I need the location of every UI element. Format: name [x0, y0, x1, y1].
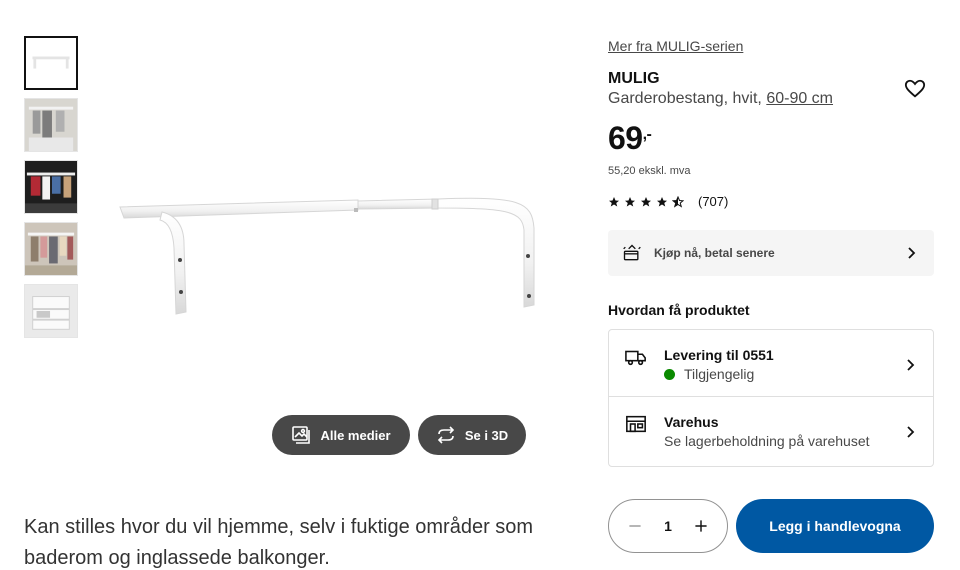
star-icon	[641, 196, 651, 206]
thumbnail-list	[24, 36, 78, 346]
star-icon	[657, 196, 667, 206]
home-delivery-status: Tilgjengelig	[664, 364, 903, 384]
home-delivery-status-text: Tilgjengelig	[684, 366, 755, 382]
price-decimal: ,-	[642, 126, 652, 143]
buy-now-pay-later[interactable]: Kjøp nå, betal senere	[608, 230, 934, 276]
price-ex-vat: 55,20 ekskl. mva	[608, 165, 691, 177]
price: 69,-	[608, 120, 652, 157]
bnpl-label: Kjøp nå, betal senere	[654, 246, 775, 260]
view-3d-label: Se i 3D	[464, 427, 509, 443]
heart-icon[interactable]	[904, 78, 926, 100]
minus-icon	[629, 525, 641, 527]
delivery-options: Levering til 0551 Tilgjengelig Varehus S…	[608, 329, 934, 467]
series-link[interactable]: Mer fra MULIG-serien	[608, 38, 743, 54]
quantity-value: 1	[664, 518, 672, 534]
size-link[interactable]: 60-90 cm	[766, 90, 833, 107]
quantity-stepper: 1	[608, 499, 728, 553]
store-subtitle: Se lagerbeholdning på varehuset	[664, 433, 870, 449]
status-dot	[664, 368, 675, 380]
store-option[interactable]: Varehus Se lagerbeholdning på varehuset	[609, 397, 933, 464]
rating-count: (707)	[698, 194, 729, 209]
home-delivery-title: Levering til 0551	[664, 347, 774, 363]
rating[interactable]: (707)	[608, 194, 728, 209]
store-title: Varehus	[664, 414, 719, 430]
star-half-icon	[672, 195, 684, 208]
thumbnail-closet-clothes[interactable]	[24, 222, 78, 276]
thumbnail-rod[interactable]	[24, 36, 78, 90]
store-text: Varehus Se lagerbeholdning på varehuset	[664, 413, 903, 451]
thumbnail-shelf[interactable]	[24, 284, 78, 338]
thumbnail-bathroom[interactable]	[24, 98, 78, 152]
product-type-text: Garderobestang, hvit,	[608, 90, 767, 107]
chevron-right-icon	[907, 359, 915, 371]
gallery-icon	[292, 426, 311, 444]
increase-quantity-button[interactable]	[691, 516, 711, 536]
decrease-quantity-button[interactable]	[625, 516, 645, 536]
home-delivery-option[interactable]: Levering til 0551 Tilgjengelig	[609, 330, 933, 397]
view-3d-button[interactable]: Se i 3D	[418, 415, 526, 455]
price-main: 69	[608, 120, 643, 156]
plus-icon	[695, 520, 707, 532]
card-payment-icon	[623, 244, 641, 261]
product-description: Kan stilles hvor du vil hjemme, selv i f…	[24, 516, 534, 569]
rotate-3d-icon	[437, 426, 454, 444]
star-icon	[609, 196, 619, 206]
delivery-section-title: Hvordan få produktet	[608, 302, 750, 318]
chevron-right-icon	[908, 247, 916, 259]
thumbnail-closet-dark[interactable]	[24, 160, 78, 214]
star-icon	[625, 196, 635, 206]
product-name: MULIG	[608, 70, 660, 87]
home-delivery-text: Levering til 0551 Tilgjengelig	[664, 346, 903, 384]
chevron-right-icon	[907, 426, 915, 438]
product-image	[100, 150, 560, 350]
store-icon	[626, 415, 646, 433]
truck-icon	[625, 350, 646, 366]
all-media-button[interactable]: Alle medier	[272, 415, 410, 455]
all-media-label: Alle medier	[320, 427, 391, 443]
product-type: Garderobestang, hvit, 60-90 cm	[608, 90, 833, 108]
add-to-cart-button[interactable]: Legg i handlevogna	[736, 499, 934, 553]
